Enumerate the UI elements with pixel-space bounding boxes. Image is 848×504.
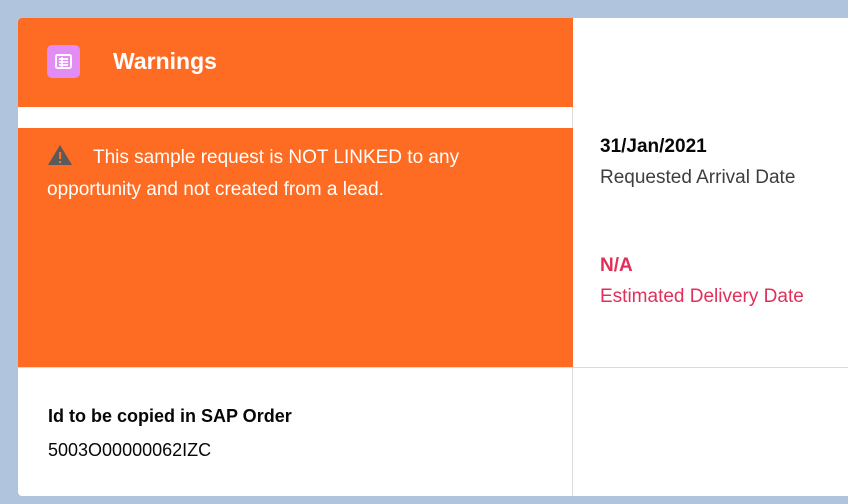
estimated-delivery-label: Estimated Delivery Date xyxy=(600,286,804,307)
estimated-delivery-value: N/A xyxy=(600,255,633,276)
estimated-delivery-block: N/A Estimated Delivery Date xyxy=(600,251,840,313)
warning-message-text: This sample request is NOT LINKED to any… xyxy=(47,147,460,200)
requested-arrival-value: 31/Jan/2021 xyxy=(600,136,707,157)
warnings-header: Warnings xyxy=(18,18,573,107)
row-divider xyxy=(18,367,848,368)
warnings-title: Warnings xyxy=(113,48,217,74)
sap-order-label: Id to be copied in SAP Order xyxy=(48,406,292,426)
record-card: Warnings This sample request is NOT LINK… xyxy=(18,18,848,496)
warning-message: This sample request is NOT LINKED to any… xyxy=(47,142,547,206)
warning-icon xyxy=(48,145,72,165)
list-icon xyxy=(47,45,80,78)
right-column: 31/Jan/2021 Requested Arrival Date N/A E… xyxy=(573,18,848,496)
sap-order-value: 5003O00000062IZC xyxy=(48,440,212,460)
requested-arrival-label: Requested Arrival Date xyxy=(600,167,796,188)
warning-message-panel: This sample request is NOT LINKED to any… xyxy=(18,128,573,367)
requested-arrival-block: 31/Jan/2021 Requested Arrival Date xyxy=(600,132,840,194)
left-column: Warnings This sample request is NOT LINK… xyxy=(18,18,573,496)
